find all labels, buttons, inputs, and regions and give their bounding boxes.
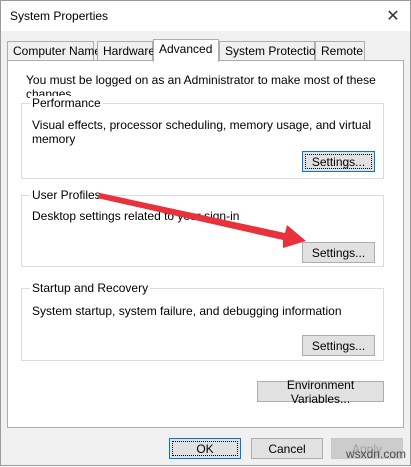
user-profiles-description: Desktop settings related to your sign-in (32, 209, 240, 223)
watermark: wsxdn.com (345, 447, 406, 461)
startup-recovery-settings-button[interactable]: Settings... (302, 335, 375, 356)
close-icon[interactable]: ✕ (376, 1, 410, 31)
window-title: System Properties (10, 9, 109, 23)
user-profiles-group: User Profiles Desktop settings related t… (21, 188, 384, 267)
tab-remote[interactable]: Remote (315, 41, 365, 60)
user-profiles-settings-button[interactable]: Settings... (302, 242, 375, 263)
performance-group: Performance Visual effects, processor sc… (21, 96, 384, 179)
ok-button[interactable]: OK (169, 438, 241, 459)
performance-title: Performance (30, 96, 103, 110)
performance-settings-button[interactable]: Settings... (302, 151, 375, 172)
tab-computer-name[interactable]: Computer Name (7, 41, 101, 60)
tab-bar: Computer Name Hardware Advanced System P… (7, 39, 407, 62)
cancel-button[interactable]: Cancel (251, 438, 323, 459)
performance-description: Visual effects, processor scheduling, me… (32, 118, 372, 146)
startup-recovery-description: System startup, system failure, and debu… (32, 304, 342, 318)
startup-recovery-group: Startup and Recovery System startup, sys… (21, 281, 384, 361)
title-bar: System Properties ✕ (1, 1, 410, 31)
tab-advanced[interactable]: Advanced (153, 39, 219, 62)
tab-hardware[interactable]: Hardware (97, 41, 155, 60)
tab-system-protection[interactable]: System Protection (219, 41, 322, 60)
user-profiles-title: User Profiles (30, 188, 103, 202)
system-properties-window: System Properties ✕ Computer Name Hardwa… (0, 0, 411, 466)
environment-variables-button[interactable]: Environment Variables... (257, 378, 384, 406)
startup-recovery-title: Startup and Recovery (30, 281, 151, 295)
